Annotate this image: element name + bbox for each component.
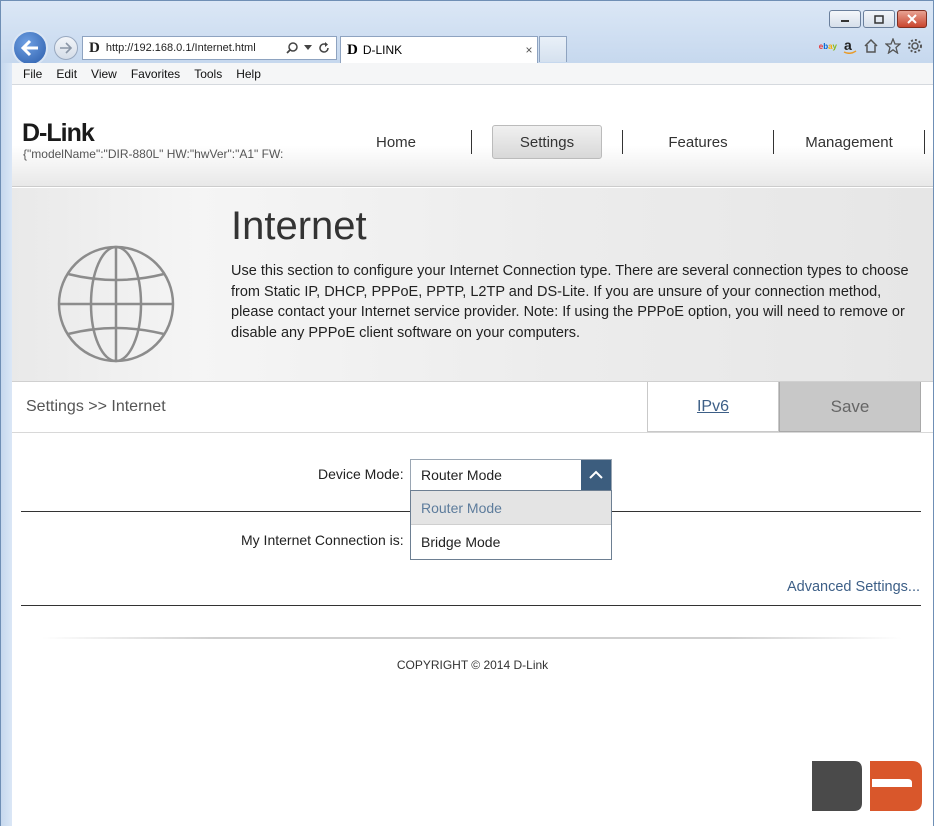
close-window-button[interactable] [897, 10, 927, 28]
nav-settings[interactable]: Settings [492, 125, 602, 159]
device-mode-dropdown: Router Mode Bridge Mode [410, 490, 612, 560]
advanced-settings-link[interactable]: Advanced Settings... [787, 579, 920, 595]
chevron-up-icon [589, 470, 603, 479]
model-info: {"modelName":"DIR-880L" HW:"hwVer":"A1" … [23, 147, 284, 161]
nav-management[interactable]: Management [774, 125, 924, 159]
nav-divider [924, 130, 925, 154]
back-arrow-icon [20, 39, 38, 57]
site-favicon: D [89, 39, 100, 56]
device-mode-value: Router Mode [421, 467, 502, 483]
router-page: D-Link {"modelName":"DIR-880L" HW:"hwVer… [12, 85, 933, 826]
ipv6-link[interactable]: IPv6 [647, 382, 779, 432]
browser-tab[interactable]: D D-LINK × [340, 36, 538, 63]
globe-icon [57, 245, 175, 363]
menu-file[interactable]: File [16, 67, 49, 81]
device-mode-label: Device Mode: [318, 466, 404, 482]
tab-title: D-LINK [362, 43, 403, 57]
close-icon [907, 14, 917, 24]
option-router-mode[interactable]: Router Mode [411, 491, 611, 525]
menu-tools[interactable]: Tools [187, 67, 229, 81]
menu-favorites[interactable]: Favorites [124, 67, 187, 81]
new-tab-button[interactable] [539, 36, 567, 62]
nav-home[interactable]: Home [321, 125, 471, 159]
dropdown-toggle[interactable] [581, 460, 611, 490]
tab-close-icon[interactable]: × [521, 43, 537, 57]
save-button[interactable]: Save [779, 382, 921, 432]
back-button[interactable] [12, 30, 48, 66]
device-mode-select[interactable]: Router Mode [410, 459, 612, 491]
home-icon[interactable] [863, 38, 879, 54]
svg-text:a: a [844, 38, 852, 53]
favorites-star-icon[interactable] [885, 38, 901, 54]
window-controls [829, 10, 927, 28]
amazon-icon[interactable]: a [843, 38, 857, 54]
legitreviews-logo [812, 761, 922, 811]
search-icon[interactable] [286, 42, 298, 54]
minimize-button[interactable] [829, 10, 861, 28]
refresh-icon[interactable] [318, 42, 330, 54]
internet-connection-label: My Internet Connection is: [241, 532, 404, 548]
menu-help[interactable]: Help [229, 67, 268, 81]
breadcrumb-bar: Settings >> Internet IPv6 Save [12, 382, 933, 433]
forward-arrow-icon [60, 42, 73, 54]
option-bridge-mode[interactable]: Bridge Mode [411, 525, 611, 559]
main-nav: Home Settings Features Management [321, 125, 925, 159]
tab-favicon: D [347, 41, 358, 58]
address-bar[interactable]: D http://192.168.0.1/Internet.html [82, 36, 337, 60]
address-url[interactable]: http://192.168.0.1/Internet.html [106, 42, 286, 54]
copyright: COPYRIGHT © 2014 D-Link [396, 658, 549, 672]
divider [21, 605, 921, 606]
ebay-icon[interactable]: ebay [819, 42, 837, 51]
browser-toolbar-icons: ebay a [819, 38, 923, 54]
forward-button[interactable] [54, 36, 78, 60]
settings-gear-icon[interactable] [907, 38, 923, 54]
page-title: Internet [231, 204, 367, 248]
maximize-button[interactable] [863, 10, 895, 28]
chevron-down-icon[interactable] [304, 45, 312, 51]
menu-edit[interactable]: Edit [49, 67, 84, 81]
nav-divider [471, 130, 472, 154]
section-banner: Internet Use this section to configure y… [12, 188, 933, 382]
browser-titlebar: D http://192.168.0.1/Internet.html D D-L… [1, 1, 933, 66]
footer-divider [42, 637, 902, 639]
window-frame [1, 63, 12, 826]
browser-window: D http://192.168.0.1/Internet.html D D-L… [0, 0, 934, 826]
maximize-icon [874, 14, 884, 24]
page-description: Use this section to configure your Inter… [231, 263, 909, 341]
page-header: D-Link {"modelName":"DIR-880L" HW:"hwVer… [12, 85, 933, 187]
breadcrumb: Settings >> Internet [26, 398, 166, 415]
dlink-logo: D-Link [22, 119, 95, 147]
menu-view[interactable]: View [84, 67, 124, 81]
minimize-icon [841, 20, 849, 22]
browser-menubar: File Edit View Favorites Tools Help [12, 63, 933, 85]
nav-features[interactable]: Features [623, 125, 773, 159]
